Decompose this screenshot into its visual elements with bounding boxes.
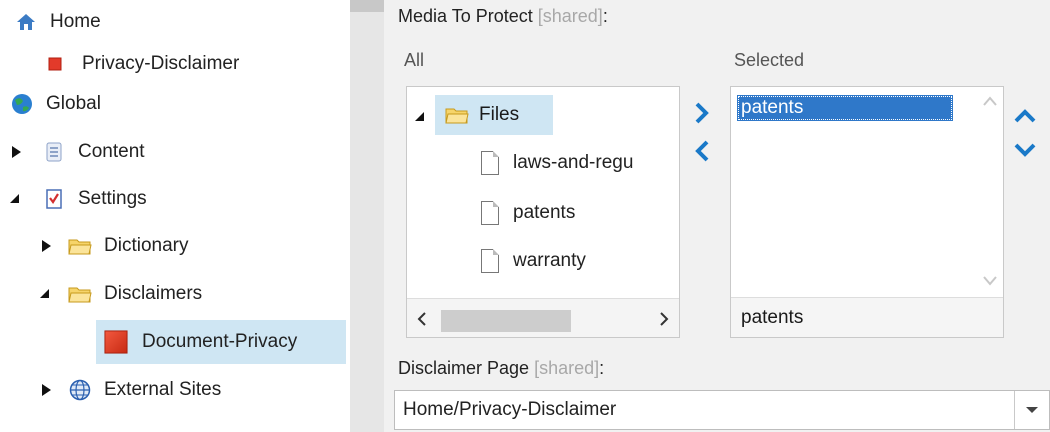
tree-item-settings[interactable]: Settings: [10, 179, 147, 219]
tree-item-global[interactable]: Global: [10, 84, 101, 124]
shared-tag: [shared]: [537, 6, 603, 26]
panel-scrollbar[interactable]: [350, 0, 384, 432]
move-left-icon[interactable]: [694, 140, 710, 162]
folder-icon: [68, 235, 92, 257]
tree-item-dictionary[interactable]: Dictionary: [40, 226, 188, 266]
settings-icon: [42, 188, 66, 210]
tree-item-label: Global: [46, 93, 101, 114]
expand-icon[interactable]: [40, 382, 54, 398]
scrollbar-thumb[interactable]: [441, 310, 571, 332]
tree-item-external-sites[interactable]: External Sites: [40, 370, 221, 410]
file-label: laws-and-regu: [513, 152, 634, 173]
tree-item-label: Disclaimers: [104, 283, 203, 304]
tree-item-label: External Sites: [104, 379, 222, 400]
scroll-left-icon[interactable]: [417, 312, 427, 326]
document-icon: [481, 249, 499, 273]
tree-item-label: Dictionary: [104, 235, 189, 256]
red-square-icon: [46, 53, 64, 75]
expand-icon[interactable]: [10, 144, 24, 160]
shared-tag: [shared]: [534, 358, 600, 378]
scrollbar-thumb[interactable]: [350, 0, 384, 12]
disclaimer-page-dropdown[interactable]: Home/Privacy-Disclaimer: [394, 390, 1050, 430]
file-item[interactable]: warranty: [481, 249, 586, 273]
folder-label: Files: [479, 104, 520, 125]
globe-icon: [10, 93, 34, 115]
tree-item-privacy-disclaimer[interactable]: Privacy-Disclaimer: [46, 44, 239, 84]
horizontal-scrollbar[interactable]: [407, 298, 679, 337]
disclaimer-page-label: Disclaimer Page [shared]:: [398, 358, 605, 378]
chevron-down-icon[interactable]: [1014, 391, 1049, 429]
collapse-icon[interactable]: [40, 286, 54, 302]
home-icon: [14, 11, 38, 33]
dropdown-value: Home/Privacy-Disclaimer: [403, 399, 617, 420]
collapse-icon[interactable]: [10, 191, 24, 207]
move-down-icon[interactable]: [1014, 142, 1036, 158]
expand-icon[interactable]: [40, 238, 54, 254]
media-to-protect-label: Media To Protect [shared]:: [398, 6, 608, 26]
folder-icon: [445, 104, 469, 126]
selected-footer: patents: [731, 297, 1003, 337]
all-header: All: [404, 50, 425, 70]
globe-icon: [68, 379, 92, 401]
move-up-icon[interactable]: [1014, 108, 1036, 124]
file-label: patents: [513, 202, 576, 223]
tree-item-label: Privacy-Disclaimer: [82, 53, 240, 74]
folder-icon: [68, 283, 92, 305]
scroll-right-icon[interactable]: [659, 312, 669, 326]
file-item[interactable]: patents: [481, 201, 575, 225]
tree-item-home[interactable]: Home: [14, 2, 101, 42]
red-square-icon: [104, 330, 128, 354]
content-icon: [42, 141, 66, 163]
all-media-tree[interactable]: Files laws-and-regu patents warranty: [406, 86, 680, 338]
collapse-icon[interactable]: [415, 109, 429, 125]
tree-item-label: Home: [50, 11, 101, 32]
selected-list-item[interactable]: patents: [737, 95, 953, 121]
tree-item-disclaimers[interactable]: Disclaimers: [40, 274, 202, 314]
document-icon: [481, 201, 499, 225]
tree-item-label: Settings: [78, 188, 147, 209]
scroll-down-icon[interactable]: [983, 275, 997, 287]
tree-item-label: Content: [78, 141, 145, 162]
tree-item-content[interactable]: Content: [10, 132, 145, 172]
content-tree: Home Privacy-Disclaimer Global Content S…: [0, 0, 350, 432]
tree-item-document-privacy[interactable]: Document-Privacy: [96, 320, 346, 364]
tree-item-label: Document-Privacy: [142, 331, 298, 352]
move-right-icon[interactable]: [694, 102, 710, 124]
scroll-up-icon[interactable]: [983, 95, 997, 107]
file-item[interactable]: laws-and-regu: [481, 151, 633, 175]
selected-media-list[interactable]: patents patents: [730, 86, 1004, 338]
file-label: warranty: [513, 250, 586, 271]
selected-header: Selected: [734, 50, 805, 70]
document-icon: [481, 151, 499, 175]
tree-folder-files[interactable]: Files: [435, 95, 553, 135]
